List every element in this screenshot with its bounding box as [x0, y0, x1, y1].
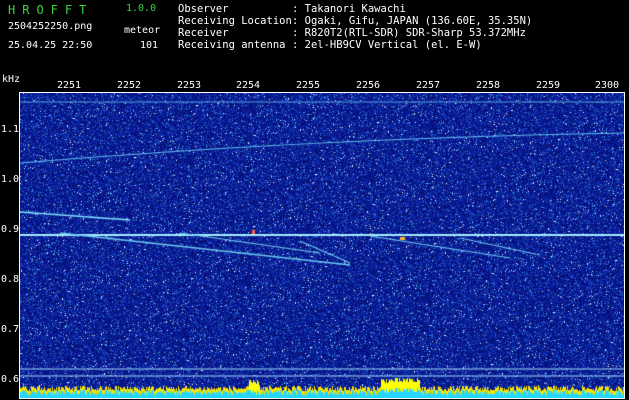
- freq-tick: 0.8: [1, 274, 20, 285]
- observer-value: : Takanori Kawachi: [292, 3, 406, 15]
- time-tick: 2259: [536, 80, 561, 91]
- time-tick: 2254: [236, 80, 261, 91]
- time-tick: 2252: [117, 80, 142, 91]
- location-value: : Ogaki, Gifu, JAPAN (136.60E, 35.35N): [292, 15, 533, 27]
- file-name: 2504252250.png: [8, 21, 93, 32]
- freq-tick: 0.9: [1, 224, 20, 235]
- time-tick: 2258: [476, 80, 501, 91]
- receiver-key: Receiver: [178, 27, 229, 39]
- date-time: 25.04.25 22:50: [8, 40, 93, 51]
- plot-border: [19, 92, 625, 399]
- header-panel: HROFFT 1.0.0 2504252250.png meteor 25.04…: [0, 0, 629, 72]
- meteor-label: meteor: [124, 25, 161, 36]
- time-tick: 2256: [356, 80, 381, 91]
- time-tick: 2253: [177, 80, 202, 91]
- freq-tick: 1.0: [1, 174, 20, 185]
- freq-tick: 0.6: [1, 374, 20, 385]
- freq-tick: 0.7: [1, 324, 20, 335]
- freq-tick: 1.1: [1, 124, 20, 135]
- app-logo: HROFFT: [8, 3, 94, 17]
- app-version: 1.0.0: [126, 3, 157, 14]
- observer-key: Observer: [178, 3, 229, 15]
- meteor-count: 101: [140, 40, 159, 51]
- time-axis: 2251 2252 2253 2254 2255 2256 2257 2258 …: [0, 72, 629, 94]
- time-tick: 2255: [296, 80, 321, 91]
- time-tick: 2257: [416, 80, 441, 91]
- antenna-value: : 2el-HB9CV Vertical (el. E-W): [292, 39, 482, 51]
- time-tick: 2300: [595, 80, 620, 91]
- location-key: Receiving Location: [178, 15, 292, 27]
- time-tick: 2251: [57, 80, 82, 91]
- antenna-key: Receiving antenna: [178, 39, 286, 51]
- receiver-value: : R820T2(RTL-SDR) SDR-Sharp 53.372MHz: [292, 27, 526, 39]
